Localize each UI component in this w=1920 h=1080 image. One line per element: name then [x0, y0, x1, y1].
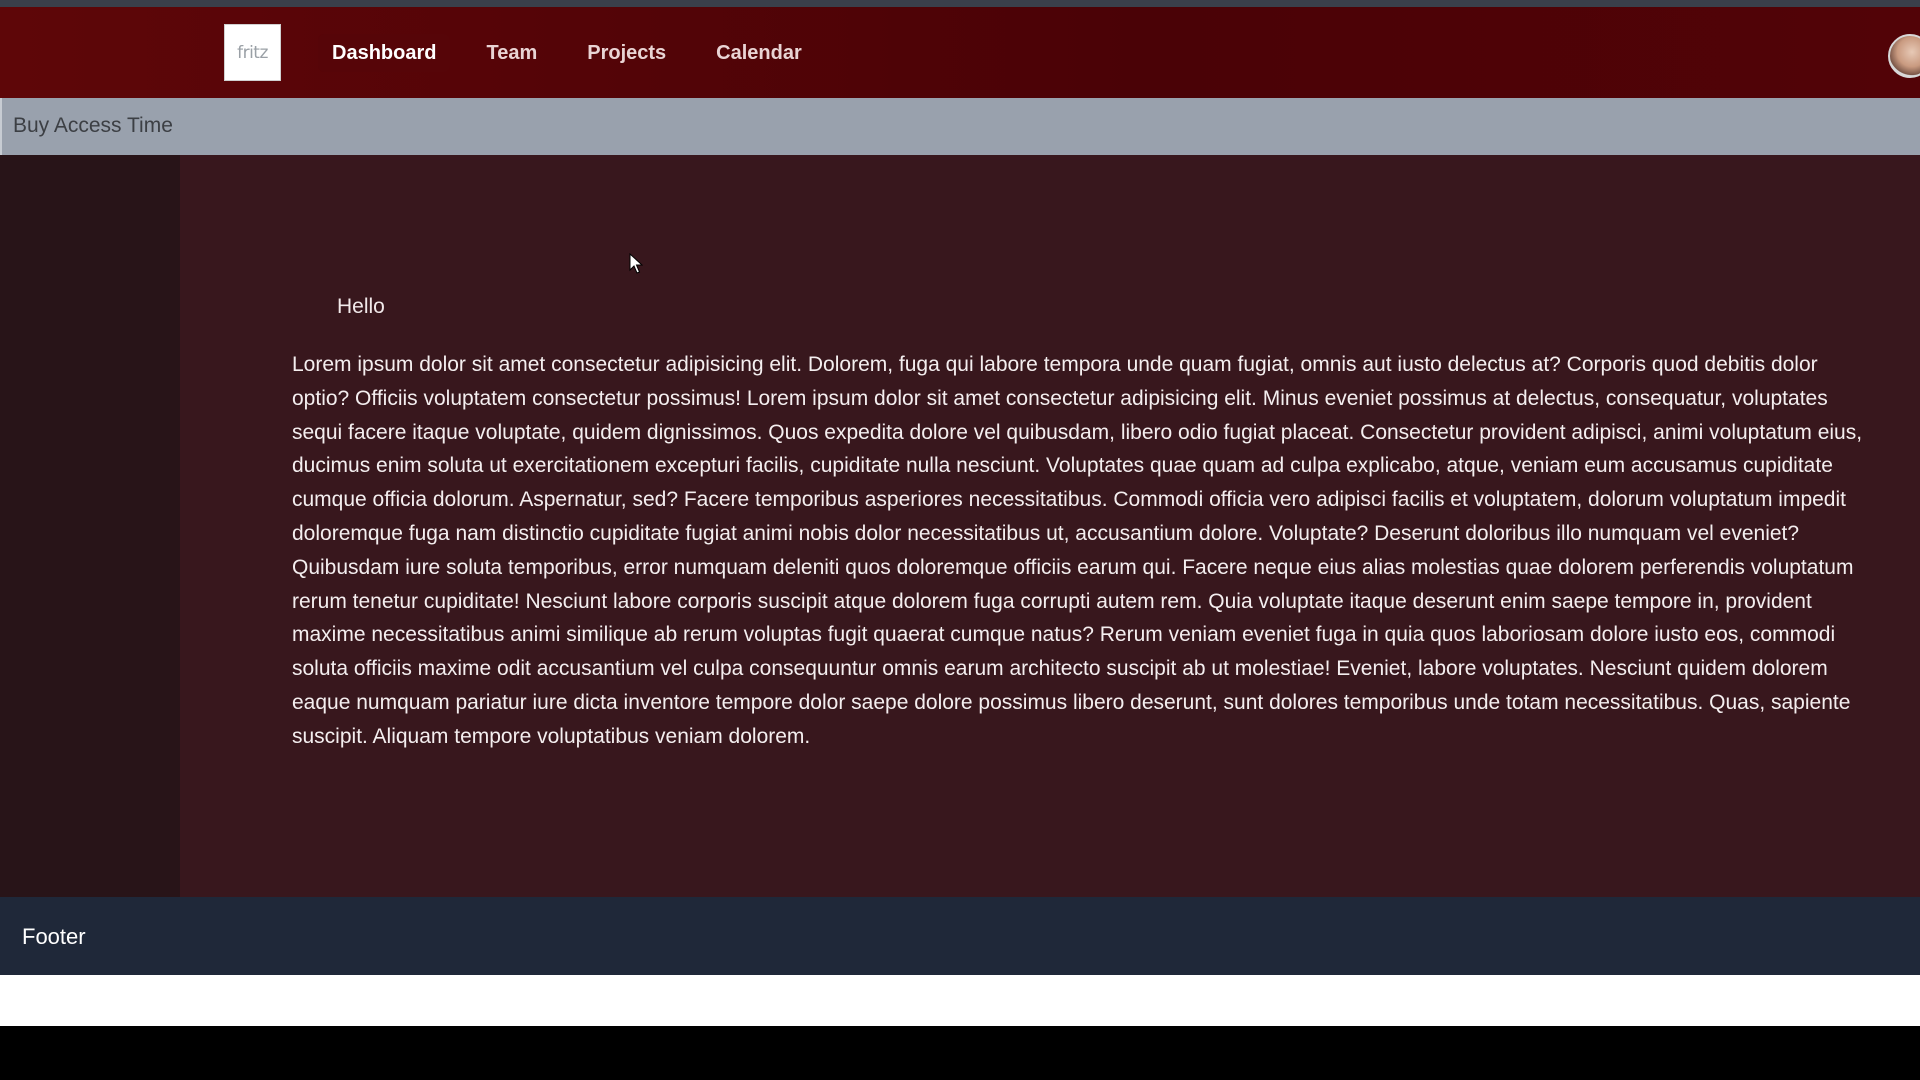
logo-text: fritz	[237, 42, 268, 63]
page-bottom-area	[0, 975, 1920, 1026]
sidebar	[0, 155, 180, 897]
nav-link-projects[interactable]: Projects	[573, 34, 680, 72]
navbar: fritz Dashboard Team Projects Calendar	[0, 7, 1920, 98]
nav-link-team[interactable]: Team	[472, 34, 551, 72]
greeting-text: Hello	[337, 295, 385, 318]
nav-links: Dashboard Team Projects Calendar	[318, 34, 838, 72]
nav-link-dashboard[interactable]: Dashboard	[318, 34, 451, 72]
top-strip	[0, 0, 1920, 7]
mouse-cursor-icon	[629, 253, 643, 274]
user-avatar-icon[interactable]	[1888, 34, 1920, 78]
main-content: Hello Lorem ipsum dolor sit amet consect…	[180, 155, 1920, 897]
page-header: Buy Access Time	[0, 98, 1920, 155]
screen-bottom-bar	[0, 1026, 1920, 1080]
nav-link-calendar[interactable]: Calendar	[702, 34, 816, 72]
page-title: Buy Access Time	[13, 114, 173, 137]
footer-text: Footer	[22, 924, 86, 949]
footer: Footer	[0, 897, 1920, 975]
body-paragraph: Lorem ipsum dolor sit amet consectetur a…	[292, 353, 1863, 748]
logo[interactable]: fritz	[224, 24, 281, 81]
